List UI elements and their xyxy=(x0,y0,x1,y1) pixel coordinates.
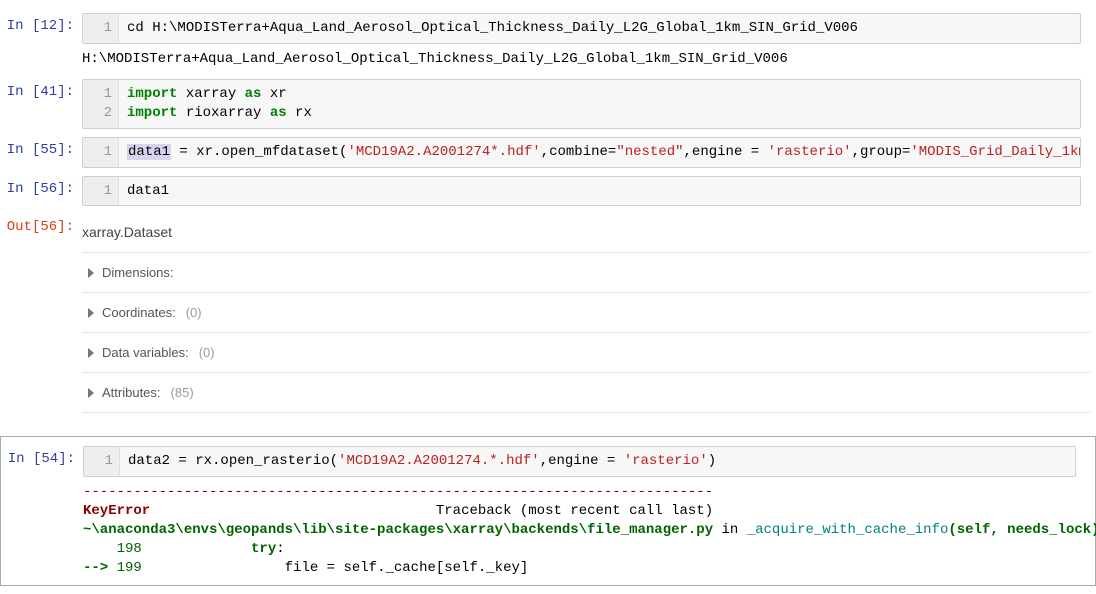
code-area-55[interactable]: 1 data1 = xr.open_mfdataset('MCD19A2.A20… xyxy=(82,137,1081,168)
dataset-section-attributes[interactable]: Attributes: (85) xyxy=(82,373,1091,412)
code-area-12[interactable]: 1 cd H:\MODISTerra+Aqua_Land_Aerosol_Opt… xyxy=(82,13,1081,44)
section-label: Dimensions: xyxy=(102,265,174,280)
section-count: (0) xyxy=(186,305,202,320)
gutter: 1 xyxy=(84,447,120,476)
dataset-title: xarray.Dataset xyxy=(82,214,1091,252)
caret-right-icon xyxy=(88,268,94,278)
code-content[interactable]: data1 xyxy=(119,177,1080,206)
prompt-in-41: In [41]: xyxy=(0,79,82,129)
code-content[interactable]: cd H:\MODISTerra+Aqua_Land_Aerosol_Optic… xyxy=(119,14,1080,43)
prompt-out-56: Out[56]: xyxy=(0,214,82,413)
code-content[interactable]: data2 = rx.open_rasterio('MCD19A2.A20012… xyxy=(120,447,1075,476)
cell-input-55: In [55]: 1 data1 = xr.open_mfdataset('MC… xyxy=(0,134,1096,171)
section-count: (85) xyxy=(171,385,194,400)
cell-input-41: In [41]: 12 import xarray as xr import r… xyxy=(0,76,1096,132)
prompt-in-54: In [54]: xyxy=(1,446,83,579)
prompt-in-56: In [56]: xyxy=(0,176,82,207)
prompt-in-55: In [55]: xyxy=(0,137,82,168)
gutter: 12 xyxy=(83,80,119,128)
output-stream-12: H:\MODISTerra+Aqua_Land_Aerosol_Optical_… xyxy=(82,44,1081,71)
dataset-section-datavars[interactable]: Data variables: (0) xyxy=(82,333,1091,372)
section-label: Coordinates: xyxy=(102,305,176,320)
cell-input-56: In [56]: 1 data1 xyxy=(0,173,1096,210)
code-area-41[interactable]: 12 import xarray as xr import rioxarray … xyxy=(82,79,1081,129)
section-label: Data variables: xyxy=(102,345,189,360)
cell-input-12: In [12]: 1 cd H:\MODISTerra+Aqua_Land_Ae… xyxy=(0,10,1096,74)
code-area-56[interactable]: 1 data1 xyxy=(82,176,1081,207)
section-label: Attributes: xyxy=(102,385,161,400)
code-area-54[interactable]: 1 data2 = rx.open_rasterio('MCD19A2.A200… xyxy=(83,446,1076,477)
section-count: (0) xyxy=(199,345,215,360)
cell-input-54: In [54]: 1 data2 = rx.open_rasterio('MCD… xyxy=(1,443,1091,582)
gutter: 1 xyxy=(83,14,119,43)
dataset-section-coordinates[interactable]: Coordinates: (0) xyxy=(82,293,1091,332)
caret-right-icon xyxy=(88,308,94,318)
output-traceback-54: ----------------------------------------… xyxy=(83,477,1076,580)
gutter: 1 xyxy=(83,138,119,167)
prompt-in-12: In [12]: xyxy=(0,13,82,71)
caret-right-icon xyxy=(88,388,94,398)
code-content[interactable]: import xarray as xr import rioxarray as … xyxy=(119,80,1080,128)
output-rich-56: xarray.Dataset Dimensions: Coordinates: … xyxy=(82,214,1091,413)
caret-right-icon xyxy=(88,348,94,358)
cell-selected-54[interactable]: In [54]: 1 data2 = rx.open_rasterio('MCD… xyxy=(0,436,1096,585)
cell-output-56: Out[56]: xarray.Dataset Dimensions: Coor… xyxy=(0,211,1096,416)
gutter: 1 xyxy=(83,177,119,206)
dataset-section-dimensions[interactable]: Dimensions: xyxy=(82,253,1091,292)
code-content[interactable]: data1 = xr.open_mfdataset('MCD19A2.A2001… xyxy=(119,138,1080,167)
